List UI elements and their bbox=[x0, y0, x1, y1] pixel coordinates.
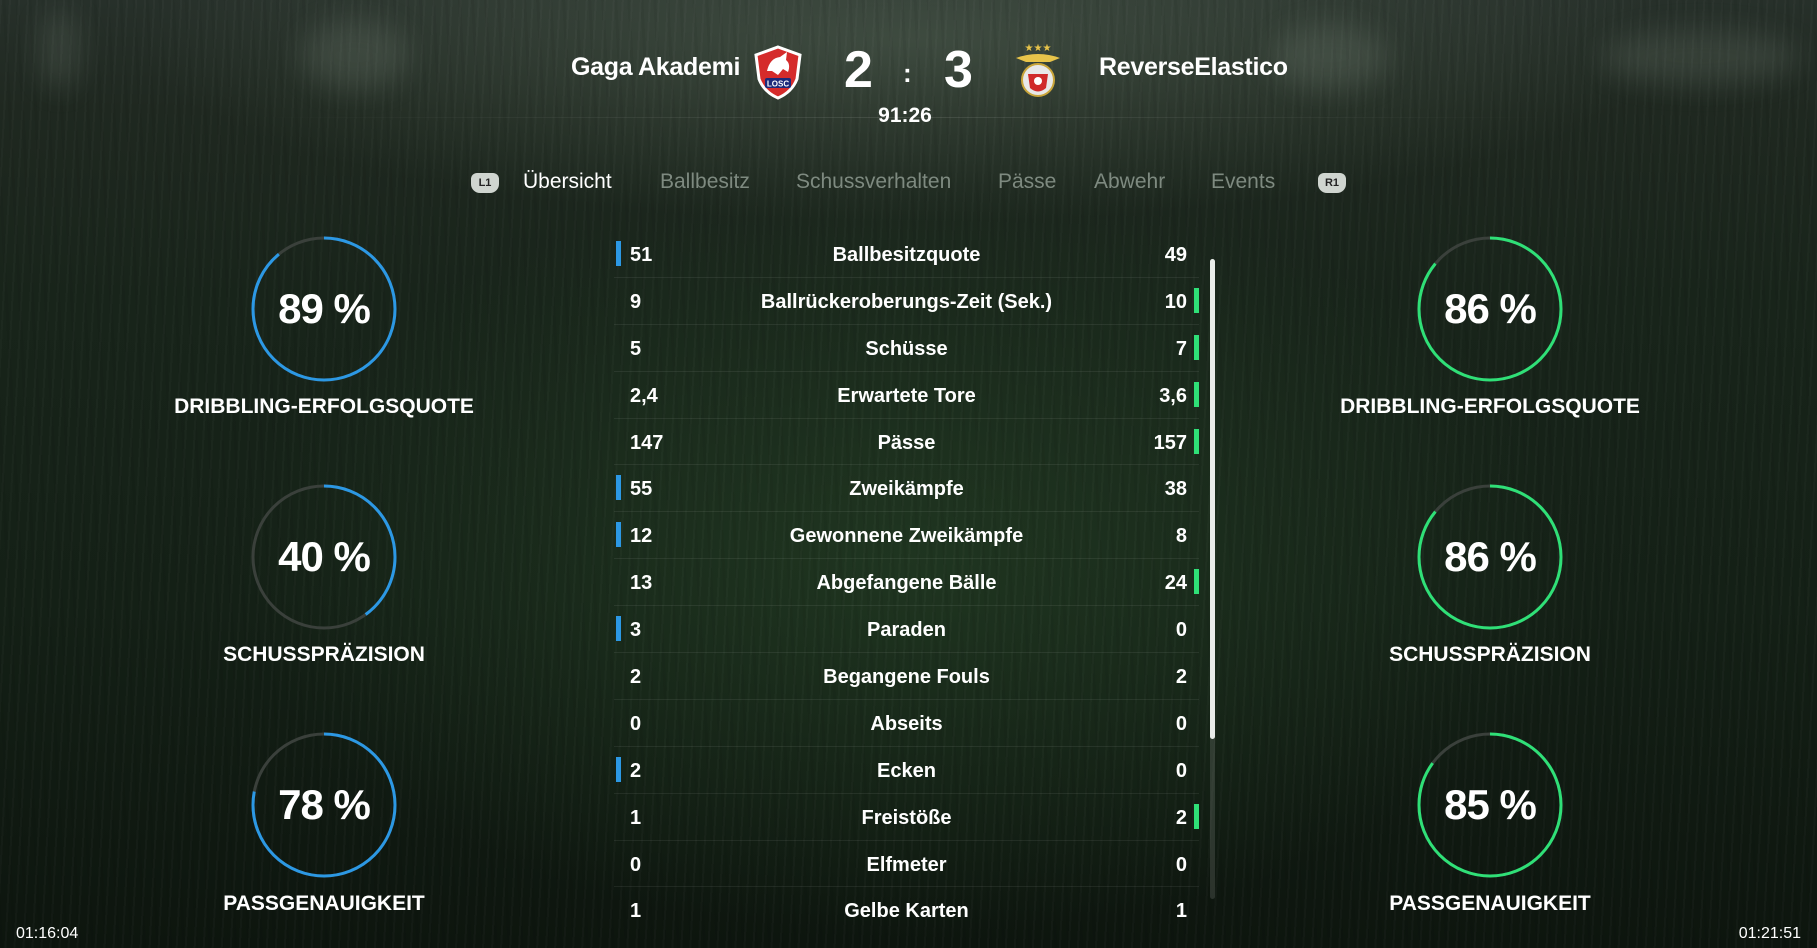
stat-row-interceptions: 13 Abgefangene Bälle 24 bbox=[614, 559, 1199, 607]
tab-paesse[interactable]: Pässe bbox=[998, 170, 1056, 194]
stat-row-offsides: 0 Abseits 0 bbox=[614, 700, 1199, 747]
stat-away-value: 38 bbox=[1164, 478, 1187, 501]
background-blur-shape bbox=[40, 10, 80, 90]
background-blur-shape bbox=[300, 20, 410, 90]
tab-uebersicht[interactable]: Übersicht bbox=[523, 170, 612, 194]
home-crest-icon: LOSC bbox=[750, 44, 806, 100]
stat-row-expected-goals: 2,4 Erwartete Tore 3,6 bbox=[614, 372, 1199, 419]
stat-label: Freistöße bbox=[861, 806, 952, 829]
ring-value: 86 % bbox=[1444, 285, 1537, 332]
stat-label: Ballrückeroberungs-Zeit (Sek.) bbox=[760, 290, 1053, 313]
l1-button-icon[interactable]: L1 bbox=[471, 173, 499, 193]
ring-value: 78 % bbox=[278, 781, 371, 828]
home-score: 2 bbox=[844, 41, 873, 99]
header-divider bbox=[262, 117, 1555, 118]
away-ring-pass-accuracy: 85 % bbox=[1416, 731, 1564, 879]
tab-schussverhalten[interactable]: Schussverhalten bbox=[796, 170, 951, 194]
stat-away-value: 2 bbox=[1175, 666, 1187, 689]
r1-button-icon[interactable]: R1 bbox=[1318, 173, 1346, 193]
stat-label: Pässe bbox=[877, 431, 936, 454]
stat-row-duels-won: 12 Gewonnene Zweikämpfe 8 bbox=[614, 512, 1199, 560]
stat-away-value: 8 bbox=[1175, 525, 1187, 548]
stats-table: 51 Ballbesitzquote 49 9 Ballrückeroberun… bbox=[614, 231, 1199, 934]
home-ring-shot-accuracy: 40 % bbox=[250, 483, 398, 631]
home-ring-label: SCHUSSPRÄZISION bbox=[223, 643, 425, 666]
tab-abwehr[interactable]: Abwehr bbox=[1094, 170, 1165, 194]
video-total-time: 01:21:51 bbox=[1738, 925, 1801, 942]
stat-away-value: 1 bbox=[1175, 900, 1187, 923]
stat-row-fouls: 2 Begangene Fouls 2 bbox=[614, 653, 1199, 700]
ring-value: 40 % bbox=[278, 533, 371, 580]
stat-row-penalties: 0 Elfmeter 0 bbox=[614, 841, 1199, 888]
stat-label: Gewonnene Zweikämpfe bbox=[789, 525, 1024, 548]
away-leader-bar bbox=[1194, 381, 1199, 407]
away-leader-bar bbox=[1194, 569, 1199, 595]
ring-value: 89 % bbox=[278, 285, 371, 332]
stat-label: Abgefangene Bälle bbox=[816, 572, 997, 595]
home-ring-label: PASSGENAUIGKEIT bbox=[223, 892, 425, 915]
stat-away-value: 0 bbox=[1175, 619, 1187, 642]
home-crest-text: LOSC bbox=[767, 80, 789, 89]
tab-events[interactable]: Events bbox=[1211, 170, 1275, 194]
stat-label: Begangene Fouls bbox=[823, 666, 990, 689]
stat-away-value: 157 bbox=[1153, 431, 1187, 454]
stat-away-value: 49 bbox=[1164, 244, 1187, 266]
away-leader-bar bbox=[1194, 334, 1199, 360]
stats-scrollbar-thumb[interactable] bbox=[1210, 259, 1215, 739]
stat-label: Elfmeter bbox=[866, 853, 947, 876]
stat-label: Ecken bbox=[877, 759, 936, 782]
stat-row-duels: 55 Zweikämpfe 38 bbox=[614, 465, 1199, 513]
stat-row-recovery-time: 9 Ballrückeroberungs-Zeit (Sek.) 10 bbox=[614, 278, 1199, 325]
score-separator: : bbox=[903, 58, 912, 88]
stat-away-value: 24 bbox=[1164, 572, 1187, 595]
away-leader-bar bbox=[1194, 803, 1199, 829]
svg-text:★★★: ★★★ bbox=[1025, 43, 1052, 54]
away-leader-bar bbox=[1194, 428, 1199, 454]
stat-label: Paraden bbox=[867, 619, 946, 642]
stat-away-value: 7 bbox=[1175, 337, 1187, 360]
home-ring-pass-accuracy: 78 % bbox=[250, 731, 398, 879]
away-ring-shot-accuracy: 86 % bbox=[1416, 483, 1564, 631]
away-leader-bar bbox=[1194, 287, 1199, 313]
stats-tab-bar: L1 Übersicht Ballbesitz Schussverhalten … bbox=[0, 170, 1817, 202]
away-ring-label: PASSGENAUIGKEIT bbox=[1389, 892, 1591, 915]
away-score: 3 bbox=[944, 41, 973, 99]
tab-ballbesitz[interactable]: Ballbesitz bbox=[660, 170, 750, 194]
stat-away-value: 0 bbox=[1175, 712, 1187, 735]
stat-away-value: 0 bbox=[1175, 759, 1187, 782]
ring-value: 86 % bbox=[1444, 533, 1537, 580]
match-clock: 91:26 bbox=[878, 104, 932, 127]
home-ring-label: DRIBBLING-ERFOLGSQUOTE bbox=[174, 395, 474, 418]
home-ring-dribbling: 89 % bbox=[250, 235, 398, 383]
stat-label: Abseits bbox=[870, 712, 943, 735]
away-ring-label: DRIBBLING-ERFOLGSQUOTE bbox=[1340, 395, 1640, 418]
stat-away-value: 2 bbox=[1175, 806, 1187, 829]
home-team-name: Gaga Akademi bbox=[571, 53, 741, 81]
away-team-name: ReverseElastico bbox=[1099, 53, 1288, 81]
stat-label: Ballbesitzquote bbox=[832, 244, 981, 266]
stat-row-shots: 5 Schüsse 7 bbox=[614, 325, 1199, 372]
stat-label: Zweikämpfe bbox=[849, 478, 964, 501]
away-ring-label: SCHUSSPRÄZISION bbox=[1389, 643, 1591, 666]
stat-label: Gelbe Karten bbox=[844, 900, 969, 923]
stat-row-free-kicks: 1 Freistöße 2 bbox=[614, 794, 1199, 841]
video-elapsed-time: 01:16:04 bbox=[16, 925, 79, 942]
stat-away-value: 0 bbox=[1175, 853, 1187, 876]
stat-label: Erwartete Tore bbox=[837, 384, 976, 407]
stat-row-saves: 3 Paraden 0 bbox=[614, 606, 1199, 654]
stat-label: Schüsse bbox=[865, 337, 948, 360]
background-blur-shape bbox=[1270, 25, 1390, 90]
ring-value: 85 % bbox=[1444, 781, 1537, 828]
stat-away-value: 3,6 bbox=[1159, 384, 1187, 407]
background-blur-shape bbox=[1600, 30, 1800, 85]
stat-row-passes: 147 Pässe 157 bbox=[614, 419, 1199, 466]
stat-away-value: 10 bbox=[1164, 290, 1187, 313]
stat-row-yellow-cards: 1 Gelbe Karten 1 bbox=[614, 887, 1199, 934]
stat-row-ball-possession: 51 Ballbesitzquote 49 bbox=[614, 231, 1199, 278]
stat-row-corners: 2 Ecken 0 bbox=[614, 747, 1199, 794]
away-ring-dribbling: 86 % bbox=[1416, 235, 1564, 383]
away-crest-icon: ★★★ bbox=[1010, 40, 1066, 102]
